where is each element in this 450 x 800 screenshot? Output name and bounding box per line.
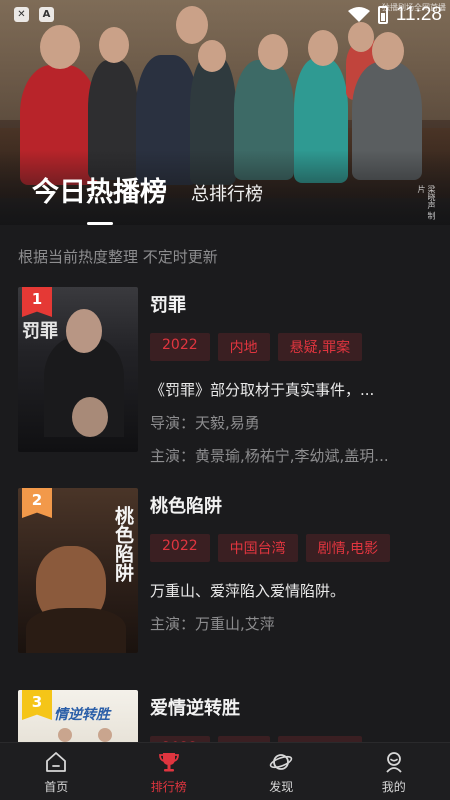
notification-x-icon: ✕	[14, 7, 29, 22]
item-cast: 主演：万重山,艾萍	[150, 615, 275, 633]
item-title: 罚罪	[150, 295, 186, 316]
user-icon	[386, 752, 402, 773]
tag-genre[interactable]: 剧情,电影	[305, 534, 391, 562]
nav-label: 发现	[269, 780, 294, 794]
item-title: 桃色陷阱	[150, 496, 222, 517]
trophy-icon	[158, 753, 179, 772]
list-item[interactable]: 情逆转胜 3 爱情逆转胜 2022 中国 喜剧,爱情	[18, 690, 438, 764]
tag-year[interactable]: 2022	[150, 534, 210, 562]
nav-home[interactable]: 首页	[0, 743, 113, 800]
item-title: 爱情逆转胜	[150, 698, 240, 719]
list-item[interactable]: 桃色陷阱 2 桃色陷阱 2022 中国台湾 剧情,电影 万重山、爱萍陷入爱情陷阱…	[18, 488, 438, 658]
nav-discover[interactable]: 发现	[225, 743, 338, 800]
ranking-subtitle: 根据当前热度整理 不定时更新	[18, 248, 218, 266]
banner-vertical-credit: 梁晓声 制片	[417, 185, 436, 220]
notification-a-icon: A	[39, 7, 54, 22]
poster-title: 桃色陷阱	[112, 506, 134, 582]
nav-label: 首页	[44, 780, 69, 794]
tag-year[interactable]: 2022	[150, 333, 210, 361]
tab-overall-ranking[interactable]: 总排行榜	[191, 180, 263, 209]
banner: ✕ A 11:28 独播剧场全网首播 今日热播榜 总排行榜 梁晓声 制片	[0, 0, 450, 225]
tab-today-hot[interactable]: 今日热播榜	[32, 170, 167, 225]
tag-region[interactable]: 中国台湾	[217, 534, 298, 562]
tag-genre[interactable]: 悬疑,罪案	[277, 333, 363, 361]
ranking-tabs: 今日热播榜 总排行榜	[32, 170, 263, 225]
nav-label: 我的	[381, 780, 406, 794]
planet-icon	[270, 754, 293, 770]
nav-ranking[interactable]: 排行榜	[113, 743, 226, 800]
bottom-nav: 首页 排行榜 发现 我的	[0, 742, 450, 800]
banner-credit: 独播剧场全网首播	[382, 3, 446, 12]
poster-title: 情逆转胜	[54, 707, 110, 723]
wifi-icon	[347, 7, 370, 22]
item-description: 《罚罪》部分取材于真实事件，...	[150, 381, 375, 399]
nav-profile[interactable]: 我的	[338, 743, 450, 800]
home-icon	[46, 752, 67, 772]
tag-region[interactable]: 内地	[217, 333, 270, 361]
item-director: 导演：天毅,易勇	[150, 414, 260, 432]
item-description: 万重山、爱萍陷入爱情陷阱。	[150, 582, 346, 600]
item-cast: 主演：黄景瑜,杨祐宁,李幼斌,盖玥...	[150, 447, 389, 465]
status-bar: ✕ A 11:28 独播剧场全网首播	[0, 0, 450, 30]
nav-label: 排行榜	[150, 780, 187, 794]
list-item[interactable]: 罚罪 1 罚罪 2022 内地 悬疑,罪案 《罚罪》部分取材于真实事件，... …	[18, 287, 438, 465]
poster-title: 罚罪	[22, 321, 58, 342]
